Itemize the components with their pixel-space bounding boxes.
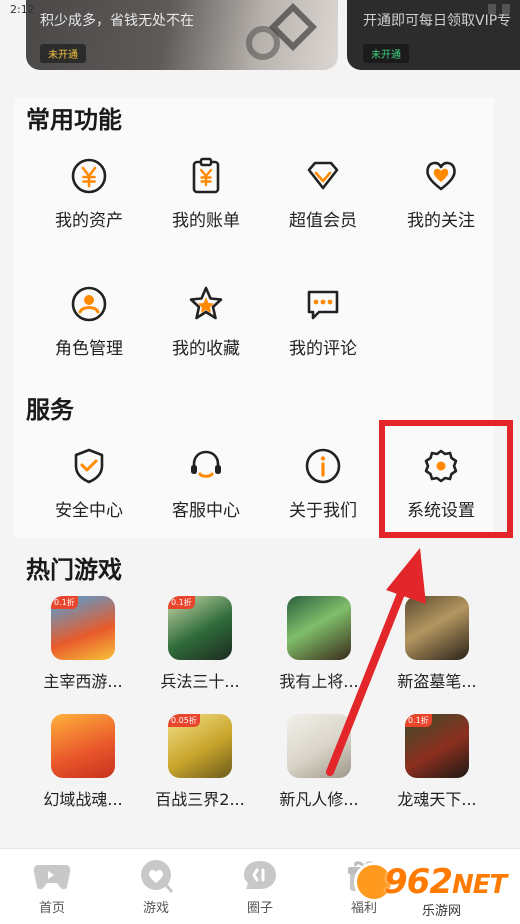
game-item[interactable]: 0.1折 主宰西游... [24,596,142,692]
game-icon: 0.05折 [168,714,232,778]
watermark-subtitle: 乐游网 [418,900,466,919]
chat-icon [244,861,276,889]
discount-badge: 0.1折 [168,596,195,609]
vip-member-item[interactable]: 超值会员 [264,156,382,231]
game-icon: 0.1折 [168,596,232,660]
wifi-icon [488,4,496,14]
nav-circle[interactable]: 圈子 [220,859,300,916]
comment-icon [307,290,339,320]
heart-bubble-icon [141,860,174,893]
my-favorites-item[interactable]: 我的收藏 [147,284,265,359]
diamond-icon [307,161,339,190]
game-icon [405,596,469,660]
my-bills-label: 我的账单 [172,211,240,231]
discount-badge: 0.1折 [51,596,78,609]
nav-home-label: 首页 [38,901,65,916]
watermark-number: 962NET [384,862,507,902]
yen-circle-icon [71,158,107,194]
headset-icon [191,450,221,478]
about-us-item[interactable]: 关于我们 [264,446,382,521]
my-follows-label: 我的关注 [407,211,475,231]
hot-games-title: 热门游戏 [26,556,122,584]
game-name: 百战三界2... [155,790,245,809]
customer-service-item[interactable]: 客服中心 [147,446,265,521]
my-comments-label: 我的评论 [289,339,357,359]
my-follows-item[interactable]: 我的关注 [382,156,500,231]
my-bills-item[interactable]: 我的账单 [147,156,265,231]
my-assets-item[interactable]: 我的资产 [30,156,148,231]
game-item[interactable]: 幻域战魂... [24,714,142,810]
savings-status-badge: 未开通 [40,44,86,63]
bill-icon [192,157,220,194]
discount-badge: 0.1折 [405,714,432,727]
game-item[interactable]: 新凡人修... [260,714,378,810]
status-time: 2:12 [10,3,35,16]
game-icon: 0.1折 [405,714,469,778]
game-icon: 0.1折 [51,596,115,660]
star-icon [189,286,223,320]
nav-games-label: 游戏 [142,901,169,916]
vip-member-label: 超值会员 [289,211,357,231]
game-item[interactable]: 0.1折 龙魂天下... [378,714,496,810]
status-icons [488,4,510,14]
nav-games[interactable]: 游戏 [116,859,196,916]
game-item[interactable]: 新盗墓笔... [378,596,496,692]
game-name: 新盗墓笔... [397,672,477,691]
my-favorites-label: 我的收藏 [172,339,240,359]
game-item[interactable]: 我有上将... [260,596,378,692]
discount-badge: 0.05折 [168,714,200,727]
user-icon [71,286,107,322]
role-management-label: 角色管理 [55,339,123,359]
common-functions-title: 常用功能 [26,106,122,134]
highlight-box [379,420,513,538]
shield-icon [74,448,104,484]
security-center-label: 安全中心 [55,501,123,521]
game-name: 我有上将... [279,672,359,691]
game-item[interactable]: 0.05折 百战三界2... [141,714,259,810]
nav-home[interactable]: 首页 [12,859,92,916]
game-name: 兵法三十... [160,672,240,691]
game-name: 龙魂天下... [397,790,477,809]
my-comments-item[interactable]: 我的评论 [264,284,382,359]
vip-status-badge: 未开通 [363,44,409,63]
customer-service-label: 客服中心 [172,501,240,521]
game-name: 幻域战魂... [43,790,123,809]
site-watermark: 962NET 乐游网 [354,860,514,924]
heart-icon [426,161,456,191]
coin-deco-icon [246,26,280,60]
game-name: 主宰西游... [43,672,123,691]
services-title: 服务 [26,396,74,424]
game-icon [287,714,351,778]
game-item[interactable]: 0.1折 兵法三十... [141,596,259,692]
game-name: 新凡人修... [279,790,359,809]
security-center-item[interactable]: 安全中心 [30,446,148,521]
gamepad-icon [33,865,71,890]
nav-circle-label: 圈子 [246,901,273,916]
role-management-item[interactable]: 角色管理 [30,284,148,359]
about-us-label: 关于我们 [289,501,357,521]
my-assets-label: 我的资产 [55,211,123,231]
status-bar: 2:12 [0,0,520,22]
game-icon [287,596,351,660]
info-icon [305,448,341,484]
battery-icon [502,4,510,14]
game-icon [51,714,115,778]
